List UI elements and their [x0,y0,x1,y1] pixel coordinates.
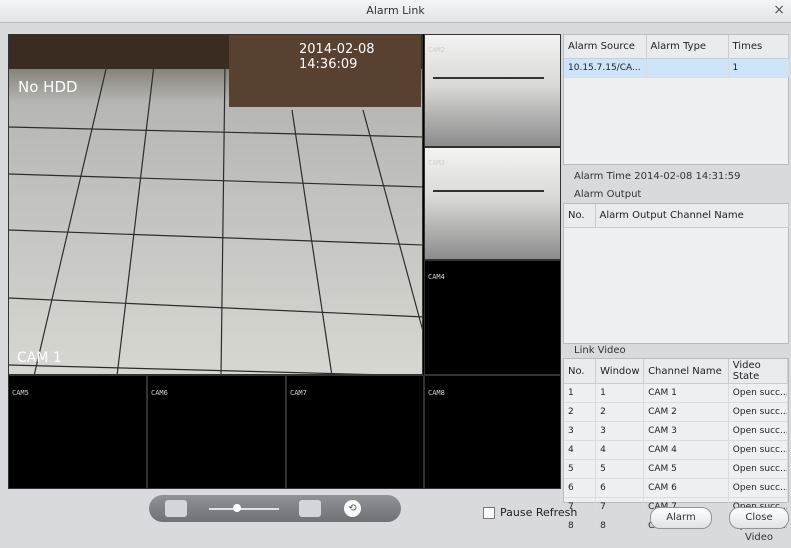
video-cell-6[interactable]: CAM6 [147,375,286,489]
table-row[interactable]: 4 4 CAM 4 Open succ... [564,440,789,460]
lock-icon[interactable]: ⟲ [344,500,361,517]
video-grid: 2014-02-08 14:36:09 No HDD CAM 1 CAM2 CA… [8,34,561,489]
link-video-label: Link Video [574,345,626,356]
row-number: 3 [564,421,597,441]
video-cell-2[interactable]: CAM2 [424,34,561,147]
pause-refresh-checkbox[interactable] [483,506,495,519]
alarm-source-panel: Alarm Source Alarm Type Times 10.15.7.15… [563,34,789,165]
video-cell-label: CAM4 [428,273,445,281]
video-cell-label: CAM2 [428,46,445,54]
column-header[interactable]: Alarm Source [564,35,647,59]
channel-name: CAM 6 [643,478,729,498]
channel-name: CAM 3 [643,421,729,441]
row-number: 7 [564,497,597,517]
window-number: 4 [595,440,645,460]
video-cell-label: CAM5 [12,389,29,397]
column-header[interactable]: No. [564,359,597,384]
main-video-cell[interactable]: 2014-02-08 14:36:09 No HDD CAM 1 [8,34,423,375]
video-state: Open succ... [728,478,789,498]
window-number: 7 [595,497,645,517]
row-number: 5 [564,459,597,479]
video-cell-5[interactable]: CAM5 [8,375,147,489]
video-cell-label: CAM7 [290,389,307,397]
alarm-output-panel: No. Alarm Output Channel Name [563,203,789,344]
table-row[interactable]: 6 6 CAM 6 Open succ... [564,478,789,498]
window-number: 8 [595,516,645,536]
table-row[interactable]: 5 5 CAM 5 Open succ... [564,459,789,479]
channel-name: CAM 2 [643,402,729,422]
video-state: Open succ... [728,383,789,403]
channel-name: CAM 1 [643,383,729,403]
close-video-button[interactable]: Close Video [729,507,789,543]
zoom-slider-knob[interactable] [233,504,241,512]
column-header[interactable]: Alarm Type [646,35,729,59]
alarm-time-value: 2014-02-08 14:31:59 [634,171,741,182]
column-header[interactable]: Video State [728,359,789,384]
video-state: Open succ... [728,402,789,422]
alarm-output-header: No. Alarm Output Channel Name [564,204,789,228]
table-row[interactable]: 3 3 CAM 3 Open succ... [564,421,789,441]
window-number: 2 [595,402,645,422]
window-number: 5 [595,459,645,479]
video-cell-4[interactable]: CAM4 [424,260,561,375]
alarm-time-label: Alarm Time [574,171,632,182]
row-number: 2 [564,402,597,422]
alarm-source-table: Alarm Source Alarm Type Times 10.15.7.15… [564,35,789,78]
zoom-slider-track[interactable] [209,508,279,510]
table-row[interactable]: 10.15.7.15/CA... 1 [564,58,789,78]
main-timestamp: 2014-02-08 14:36:09 [299,42,375,72]
alarm-type-cell [646,58,729,78]
video-state: Open succ... [728,459,789,479]
column-header[interactable]: Times [728,35,789,59]
window-number: 6 [595,478,645,498]
alarm-button[interactable]: Alarm [650,507,712,529]
video-cell-8[interactable]: CAM8 [424,375,561,489]
link-video-panel: No. Window Channel Name Video State 1 1 CA… [563,358,789,536]
alarm-source-cell: 10.15.7.15/CA... [564,58,647,78]
alarm-output-label: Alarm Output [574,189,642,200]
link-video-header: No. Window Channel Name Video State [564,359,789,384]
video-cell-label: CAM8 [428,389,445,397]
table-row[interactable]: 2 2 CAM 2 Open succ... [564,402,789,422]
row-number: 4 [564,440,597,460]
no-hdd-label: No HDD [18,78,78,96]
close-icon[interactable]: × [773,2,785,18]
column-header[interactable]: Alarm Output Channel Name [595,204,789,228]
video-cell-label: CAM3 [428,159,445,167]
row-number: 1 [564,383,597,403]
row-number: 6 [564,478,597,498]
column-header[interactable]: No. [564,204,596,228]
channel-name: CAM 5 [643,459,729,479]
video-state: Open succ... [728,440,789,460]
main-camera-label: CAM 1 [17,350,62,366]
split-16-icon[interactable] [299,500,321,517]
video-cell-7[interactable]: CAM7 [286,375,424,489]
row-number: 8 [564,516,597,536]
alarm-source-header: Alarm Source Alarm Type Times [564,35,789,59]
video-cell-label: CAM6 [151,389,168,397]
title-bar: Alarm Link × [0,0,791,23]
alarm-time-row: Alarm Time 2014-02-08 14:31:59 [574,171,740,182]
channel-name: CAM 4 [643,440,729,460]
times-cell: 1 [728,58,789,78]
window-title: Alarm Link [366,4,425,17]
column-header[interactable]: Window [595,359,645,384]
column-header[interactable]: Channel Name [643,359,729,384]
table-row[interactable]: 1 1 CAM 1 Open succ... [564,383,789,403]
alarm-output-table: No. Alarm Output Channel Name [564,204,789,228]
video-cell-3[interactable]: CAM3 [424,147,561,260]
video-controls: ⟲ [149,495,401,522]
window-number: 3 [595,421,645,441]
video-state: Open succ... [728,421,789,441]
window-number: 1 [595,383,645,403]
split-1-icon[interactable] [165,500,187,517]
